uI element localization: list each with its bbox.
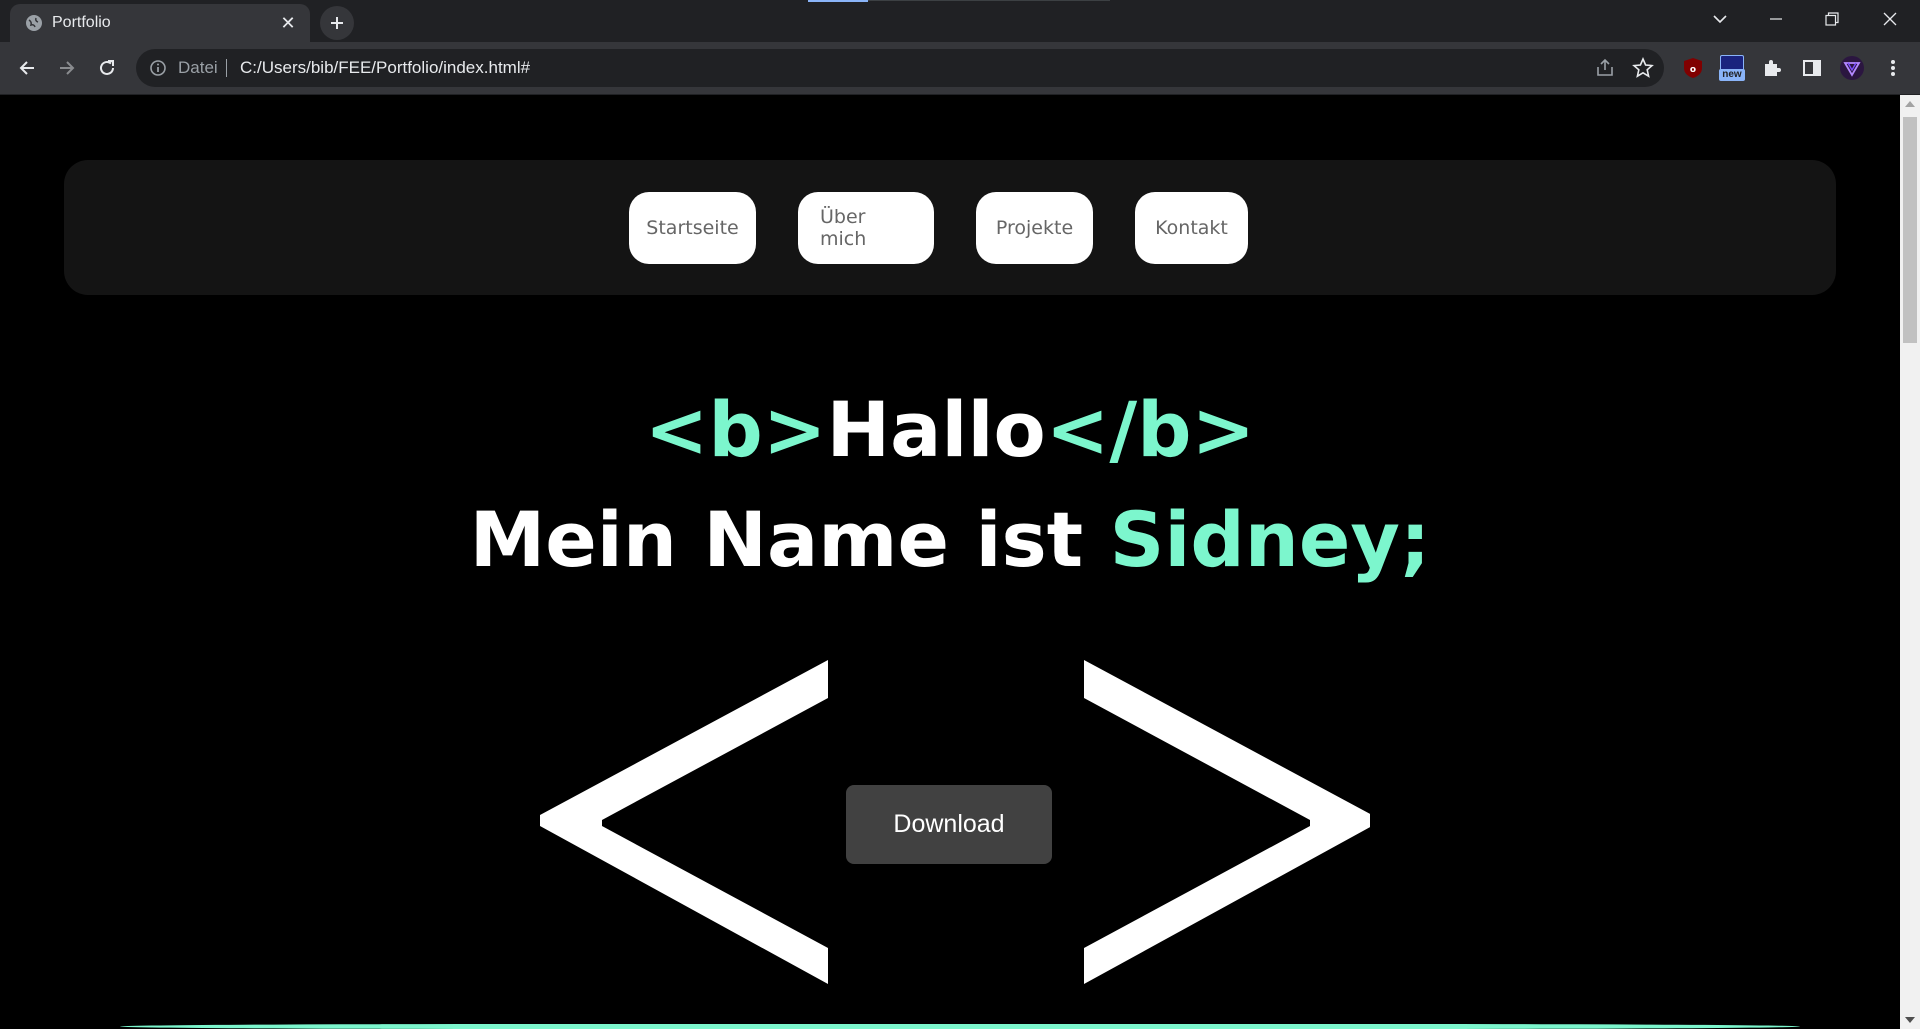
tab-search-button[interactable] xyxy=(1692,0,1748,38)
svg-text:o: o xyxy=(1690,65,1696,75)
tab-bar: Portfolio ✕ xyxy=(0,0,1920,42)
nav-panel xyxy=(64,160,1836,295)
page-scrollbar[interactable] xyxy=(1900,95,1920,1029)
reload-button[interactable] xyxy=(91,52,123,84)
extensions-puzzle-icon[interactable] xyxy=(1758,54,1786,82)
restore-icon xyxy=(1825,12,1839,26)
more-menu-icon[interactable] xyxy=(1879,54,1907,82)
profile-avatar-icon[interactable] xyxy=(1838,54,1866,82)
nav-projekte-button[interactable]: Projekte xyxy=(976,192,1093,264)
file-scheme-label: Datei xyxy=(178,58,218,77)
globe-icon xyxy=(26,15,42,31)
bookmark-star-icon[interactable] xyxy=(1632,56,1654,83)
tab-strip-highlight xyxy=(808,0,868,2)
name-text: Sidney; xyxy=(1109,495,1431,584)
plus-icon xyxy=(331,17,343,29)
chevron-down-icon xyxy=(1713,15,1727,24)
new-extension-icon[interactable]: new xyxy=(1718,54,1746,82)
greeting-text: Hallo xyxy=(826,385,1046,474)
close-tag-text: </b> xyxy=(1045,385,1256,474)
hero-name-line: Mein Name ist Sidney; xyxy=(0,490,1900,590)
open-tag-text: <b> xyxy=(644,385,827,474)
arrow-right-icon xyxy=(60,61,75,75)
browser-toolbar: Datei C:/Users/bib/FEE/Portfolio/index.h… xyxy=(0,42,1920,95)
scroll-down-arrow-icon[interactable] xyxy=(1905,1017,1915,1023)
nav-startseite-button[interactable]: Startseite xyxy=(629,192,756,264)
minimize-icon xyxy=(1770,18,1782,20)
download-button[interactable]: Download xyxy=(846,785,1052,864)
new-tab-button[interactable] xyxy=(320,6,354,40)
tab-strip-line xyxy=(868,0,1110,1)
back-button[interactable] xyxy=(11,52,43,84)
arrow-left-icon xyxy=(19,61,34,75)
hero-greeting: <b>Hallo</b> xyxy=(0,380,1900,480)
url-text[interactable]: C:/Users/bib/FEE/Portfolio/index.html# xyxy=(240,58,530,78)
tab-title: Portfolio xyxy=(52,14,111,31)
minimize-button[interactable] xyxy=(1748,0,1804,38)
left-angle-bracket xyxy=(540,660,828,984)
address-separator xyxy=(226,59,227,77)
section-divider xyxy=(120,1024,1800,1029)
name-prefix-text: Mein Name ist xyxy=(469,495,1110,584)
browser-tab[interactable]: Portfolio ✕ xyxy=(10,4,310,42)
share-icon[interactable] xyxy=(1594,57,1616,83)
ublock-extension-icon[interactable]: o xyxy=(1679,54,1707,82)
info-icon[interactable] xyxy=(148,58,168,78)
side-panel-icon[interactable] xyxy=(1798,54,1826,82)
nav-kontakt-button[interactable]: Kontakt xyxy=(1135,192,1248,264)
nav-ueber-mich-button[interactable]: Über mich xyxy=(798,192,934,264)
scroll-up-arrow-icon[interactable] xyxy=(1905,101,1915,107)
restore-button[interactable] xyxy=(1804,0,1860,38)
address-bar[interactable]: Datei C:/Users/bib/FEE/Portfolio/index.h… xyxy=(136,49,1664,87)
close-icon xyxy=(1883,12,1897,26)
scrollbar-thumb[interactable] xyxy=(1903,117,1917,343)
tab-close-icon[interactable]: ✕ xyxy=(278,13,298,33)
extension-badge: new xyxy=(1719,69,1745,81)
page-viewport: Startseite Über mich Projekte Kontakt <b… xyxy=(0,95,1900,1029)
reload-icon xyxy=(100,60,114,75)
forward-button[interactable] xyxy=(51,52,83,84)
right-angle-bracket xyxy=(1084,660,1370,984)
close-window-button[interactable] xyxy=(1862,0,1918,38)
